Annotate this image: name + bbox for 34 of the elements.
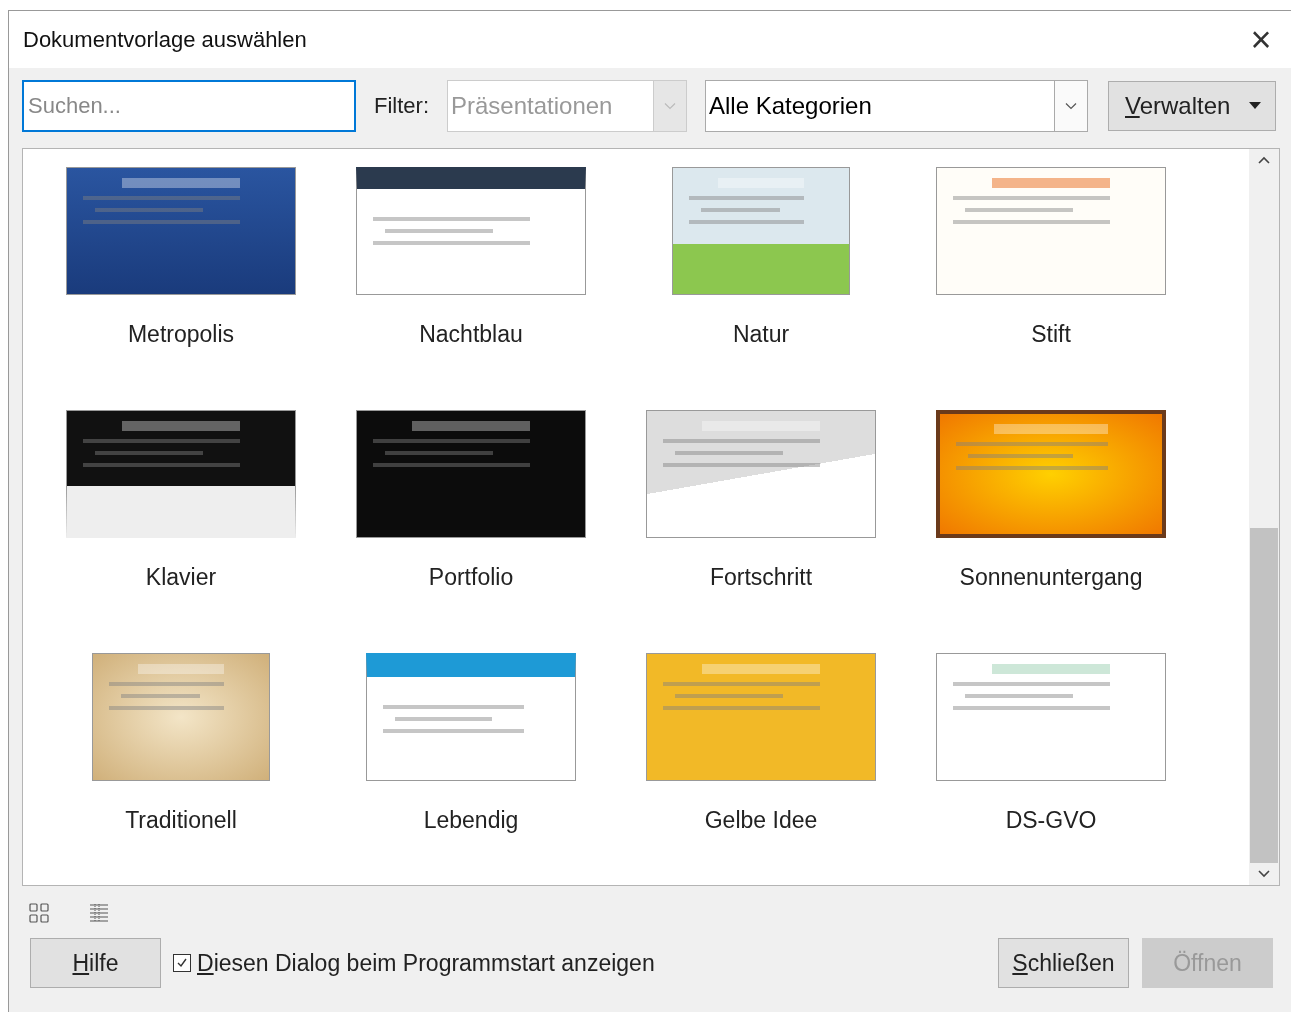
template-preview[interactable] — [936, 410, 1166, 538]
template-name: Portfolio — [428, 564, 514, 591]
help-button[interactable]: Hilfe — [30, 938, 161, 988]
template-name: Natur — [732, 321, 790, 348]
template-name: Nachtblau — [419, 321, 523, 348]
filter-label: Filter: — [374, 93, 429, 119]
dropdown-triangle-icon[interactable] — [1249, 102, 1261, 110]
checkbox[interactable] — [173, 954, 191, 972]
template-name: DS-GVO — [1005, 807, 1097, 834]
search-field[interactable]: Suchen... — [22, 80, 356, 132]
scroll-up-icon[interactable] — [1257, 155, 1271, 165]
scrollbar-thumb[interactable] — [1250, 528, 1278, 863]
checkbox-label[interactable]: Diesen Dialog beim Programmstart anzeigen — [197, 949, 655, 977]
scroll-down-icon[interactable] — [1257, 869, 1271, 879]
template-preview[interactable] — [356, 410, 586, 538]
template-name: Sonnenuntergang — [959, 564, 1143, 591]
template-name: Stift — [1031, 321, 1071, 348]
close-button[interactable]: × — [1231, 14, 1291, 65]
category-dropdown[interactable]: Alle Kategorien — [705, 80, 1088, 132]
template-preview[interactable] — [66, 410, 296, 538]
template-name: Klavier — [145, 564, 217, 591]
template-name: Lebendig — [423, 807, 519, 834]
manage-button[interactable]: Verwalten — [1108, 81, 1276, 131]
scrollbar[interactable] — [1249, 149, 1279, 885]
list-view-icon[interactable] — [88, 902, 110, 924]
close-dialog-button[interactable]: Schließen — [998, 938, 1129, 988]
template-name: Fortschritt — [709, 564, 813, 591]
icon-view-icon[interactable] — [28, 902, 50, 924]
template-name: Traditionell — [125, 807, 237, 834]
template-preview[interactable] — [356, 167, 586, 295]
checkmark-icon — [175, 956, 189, 970]
template-name: Metropolis — [127, 321, 235, 348]
template-name: Gelbe Idee — [704, 807, 818, 834]
window-title: Dokumentvorlage auswählen — [23, 26, 308, 53]
